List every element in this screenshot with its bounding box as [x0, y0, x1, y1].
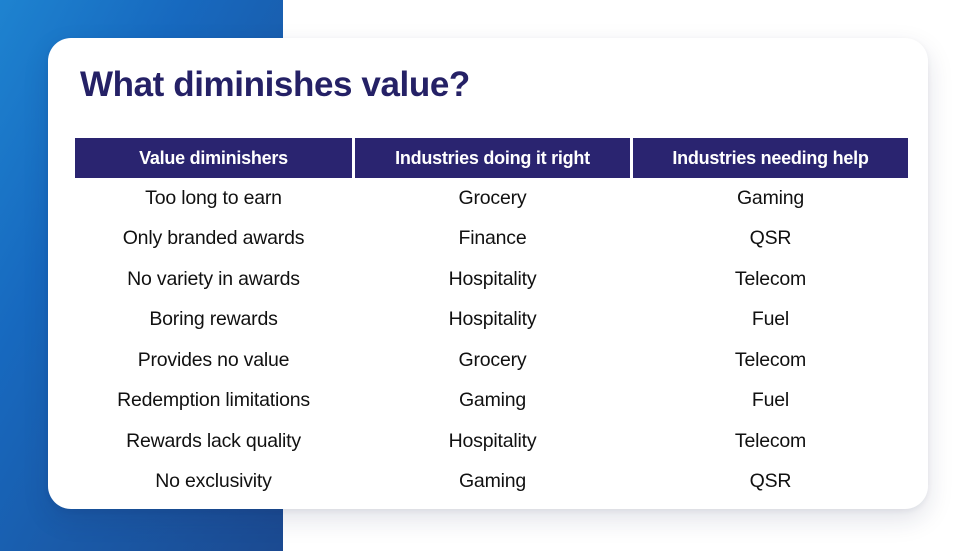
table-cell: Redemption limitations [117, 389, 310, 412]
table-cell: Too long to earn [145, 186, 282, 209]
table-cell: Gaming [736, 186, 805, 209]
table-row: Rewards lack quality Hospitality Telecom [75, 421, 908, 462]
table-cell: Telecom [734, 267, 807, 290]
table-row: No exclusivity Gaming QSR [75, 462, 908, 503]
table-body: Too long to earn Grocery Gaming Only brande… [75, 178, 908, 502]
table-cell: Fuel [751, 389, 790, 412]
table-cell: Hospitality [448, 267, 537, 290]
table-row: Too long to earn Grocery Gaming [75, 178, 908, 219]
table-column-header-value-diminishers: Value diminishers [75, 138, 352, 178]
table-row: Redemption limitations Gaming Fuel [75, 381, 908, 422]
page-title: What diminishes value? [80, 65, 470, 104]
table-cell: QSR [749, 227, 792, 250]
table-cell: QSR [749, 470, 792, 493]
table-cell: Telecom [734, 348, 807, 371]
table-cell: Only branded awards [122, 227, 305, 250]
table-cell: Finance [458, 227, 527, 250]
table-cell: Rewards lack quality [126, 429, 301, 452]
table-cell: Provides no value [137, 348, 290, 371]
table-cell: Grocery [458, 348, 527, 371]
table-cell: Gaming [458, 470, 527, 493]
table-row: Boring rewards Hospitality Fuel [75, 300, 908, 341]
table-cell: Boring rewards [149, 308, 278, 331]
table-cell: Hospitality [448, 308, 537, 331]
value-diminishers-table: Value diminishers Industries doing it ri… [75, 138, 908, 502]
table-column-header-industries-needing-help: Industries needing help [633, 138, 908, 178]
table-cell: Telecom [734, 429, 807, 452]
content-card: What diminishes value? Value diminishers… [48, 38, 928, 509]
table-cell: Gaming [458, 389, 527, 412]
table-cell: Hospitality [448, 429, 537, 452]
table-row: Only branded awards Finance QSR [75, 219, 908, 260]
table-row: Provides no value Grocery Telecom [75, 340, 908, 381]
table-header-row: Value diminishers Industries doing it ri… [75, 138, 908, 178]
table-cell: Fuel [751, 308, 790, 331]
table-cell: Grocery [458, 186, 527, 209]
table-column-header-industries-doing-it-right: Industries doing it right [355, 138, 630, 178]
table-row: No variety in awards Hospitality Telecom [75, 259, 908, 300]
table-cell: No variety in awards [127, 267, 300, 290]
table-cell: No exclusivity [155, 470, 272, 493]
